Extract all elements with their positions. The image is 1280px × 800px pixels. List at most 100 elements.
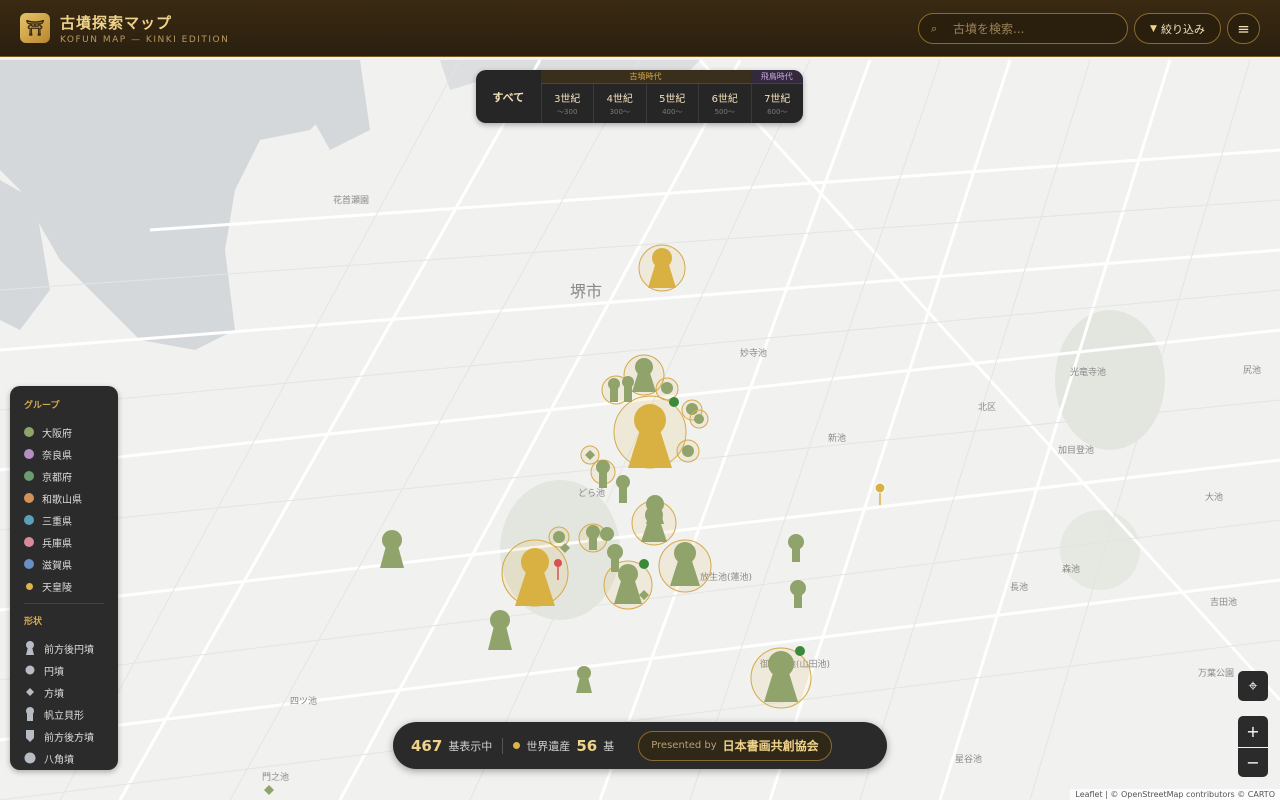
legend-shape-item[interactable]: 方墳 (24, 681, 104, 703)
map-label: 加目登池 (1058, 444, 1094, 456)
filter-button[interactable]: ▼ 絞り込み (1134, 13, 1221, 44)
keyhole-icon (24, 641, 36, 655)
legend-label: 京都府 (42, 472, 72, 484)
legend-panel: グループ 大阪府 奈良県 京都府 和歌山県 三重県 兵庫県 滋賀県 天皇陵 形状… (10, 386, 118, 770)
legend-label: 奈良県 (42, 450, 72, 462)
map-label: 光竜寺池 (1070, 366, 1106, 378)
era-period-label: 5世紀 (659, 94, 686, 105)
kofun-marker[interactable] (638, 244, 686, 292)
visible-count-label: 基表示中 (448, 739, 493, 753)
search-box[interactable]: ⌕ (918, 13, 1128, 44)
kofun-marker[interactable] (658, 539, 712, 593)
filter-button-label: 絞り込み (1160, 22, 1205, 36)
legend-group-title: グループ (24, 401, 60, 411)
presented-org: 日本書画共創協会 (722, 739, 819, 753)
legend-label: 帆立貝形 (44, 710, 84, 722)
legend-label: 大阪府 (42, 428, 72, 440)
color-dot-icon (26, 582, 33, 590)
map-label: 花首瀬園 (333, 194, 369, 206)
search-input[interactable] (953, 21, 1123, 36)
app-header: ⛩ 古墳探索マップ KOFUN MAP — KINKI EDITION ⌕ ▼ … (0, 0, 1280, 57)
color-dot-icon (24, 493, 34, 503)
octagon-icon (24, 752, 36, 764)
era-period-4c[interactable]: 4世紀 300〜 (593, 84, 646, 123)
app-subtitle: KOFUN MAP — KINKI EDITION (60, 34, 230, 45)
locate-button[interactable]: ⌖ (1238, 671, 1268, 701)
legend-shape-item[interactable]: 円墳 (24, 659, 104, 681)
color-dot-icon (24, 537, 34, 547)
legend-group-item[interactable]: 奈良県 (24, 443, 104, 465)
color-dot-icon (24, 471, 34, 481)
kofun-marker[interactable] (676, 439, 700, 463)
stats-divider (502, 737, 504, 754)
era-all-button[interactable]: すべて (476, 70, 541, 123)
era-period-5c[interactable]: 5世紀 400〜 (645, 84, 699, 123)
legend-label: 和歌山県 (42, 494, 82, 506)
era-period-range: 500〜 (714, 108, 735, 116)
kofun-marker[interactable] (601, 375, 634, 405)
circle-icon (24, 665, 36, 675)
era-period-3c[interactable]: 3世紀 〜300 (540, 84, 594, 123)
legend-group-item[interactable]: 和歌山県 (24, 487, 104, 509)
legend-label: 三重県 (42, 516, 72, 528)
legend-group-item[interactable]: 京都府 (24, 465, 104, 487)
kofun-marker[interactable] (646, 495, 664, 524)
legend-group-item[interactable]: 天皇陵 (24, 575, 104, 597)
world-heritage-unit: 基 (603, 739, 615, 753)
era-period-7c[interactable]: 7世紀 600〜 (750, 84, 804, 123)
map-label: 北区 (978, 402, 996, 413)
legend-shape-item[interactable]: 前方後円墳 (24, 637, 104, 659)
era-period-range: 600〜 (767, 108, 788, 116)
legend-shape-item[interactable]: 帆立貝形 (24, 703, 104, 725)
legend-label: 滋賀県 (42, 560, 72, 572)
era-period-label: 6世紀 (711, 94, 738, 105)
map-label: 新池 (828, 432, 846, 444)
legend-group-item[interactable]: 大阪府 (24, 421, 104, 443)
map-label: 四ツ池 (290, 695, 317, 707)
color-dot-icon (24, 559, 34, 569)
title-block: 古墳探索マップ KOFUN MAP — KINKI EDITION (60, 12, 229, 45)
visible-count: 467 (411, 736, 443, 755)
search-icon: ⌕ (931, 21, 938, 35)
legend-label: 方墳 (44, 688, 64, 700)
world-heritage-label: 世界遺産 (526, 739, 571, 753)
legend-label: 兵庫県 (42, 538, 72, 550)
map-label: 尻池 (1243, 364, 1261, 376)
map-label: 長池 (1010, 581, 1028, 593)
presented-by-badge[interactable]: Presented by 日本書画共創協会 (638, 730, 832, 761)
map-label: 吉田池 (1210, 596, 1237, 608)
stats-bar: 467 基表示中 世界遺産 56 基 Presented by 日本書画共創協会 (393, 722, 887, 769)
zoom-in-button[interactable]: + (1238, 716, 1268, 747)
era-period-6c[interactable]: 6世紀 500〜 (698, 84, 751, 123)
era-heading-kofun: 古墳時代 (540, 70, 751, 84)
map-attribution[interactable]: Leaflet | © OpenStreetMap contributors ©… (1070, 789, 1280, 800)
era-period-label: 4世紀 (606, 94, 633, 105)
era-heading-asuka: 飛鳥時代 (750, 70, 803, 84)
zoom-out-button[interactable]: − (1238, 748, 1268, 777)
legend-label: 八角墳 (44, 754, 74, 766)
legend-divider (24, 603, 104, 604)
scallop-icon (24, 707, 36, 721)
era-period-range: 400〜 (662, 108, 683, 116)
map-label: 星谷池 (955, 753, 982, 765)
world-heritage-count: 56 (576, 736, 598, 755)
world-heritage-dot-icon (513, 742, 521, 749)
presented-label: Presented by (651, 740, 717, 751)
era-headings: 古墳時代 飛鳥時代 (540, 70, 803, 84)
legend-shape-item[interactable]: 前方後方墳 (24, 725, 104, 747)
map-label: 門之池 (262, 771, 289, 783)
app-title: 古墳探索マップ (60, 13, 173, 32)
era-selector: すべて 古墳時代 飛鳥時代 3世紀 〜300 4世紀 300〜 5世紀 400〜 (476, 70, 803, 123)
legend-group-item[interactable]: 滋賀県 (24, 553, 104, 575)
era-period-range: 〜300 (557, 108, 578, 116)
color-dot-icon (24, 515, 34, 525)
legend-shape-item[interactable]: 八角墳 (24, 747, 104, 769)
legend-group-item[interactable]: 三重県 (24, 509, 104, 531)
city-label: 堺市 (570, 282, 602, 301)
menu-button[interactable]: ≡ (1227, 13, 1260, 44)
legend-label: 円墳 (44, 666, 64, 678)
map-label: 万葉公園 (1198, 667, 1234, 679)
legend-group-item[interactable]: 兵庫県 (24, 531, 104, 553)
legend-label: 前方後円墳 (44, 644, 94, 656)
era-period-label: 3世紀 (554, 94, 581, 105)
